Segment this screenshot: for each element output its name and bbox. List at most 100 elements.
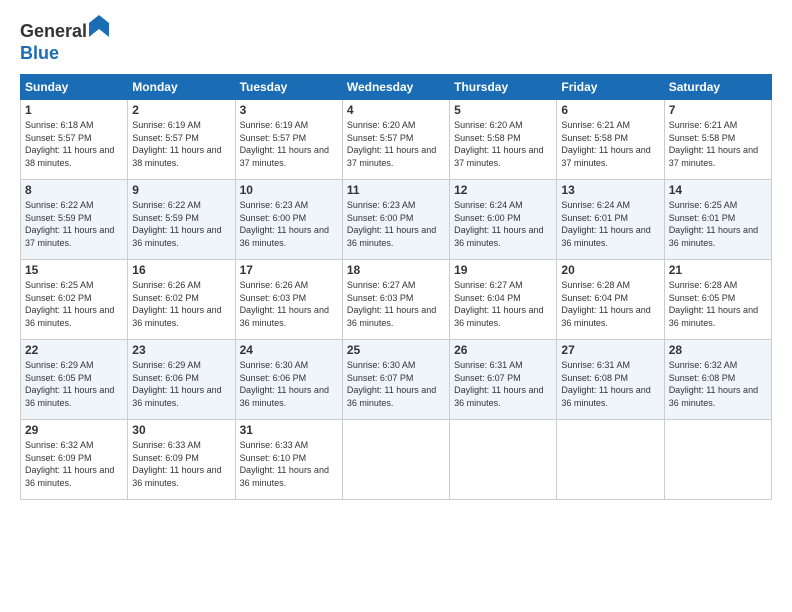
day-number: 25 <box>347 343 445 357</box>
calendar-cell: 19 Sunrise: 6:27 AMSunset: 6:04 PMDayligh… <box>450 260 557 340</box>
calendar-cell <box>557 420 664 500</box>
calendar-body: 1 Sunrise: 6:18 AMSunset: 5:57 PMDaylight… <box>21 100 772 500</box>
day-number: 22 <box>25 343 123 357</box>
day-info: Sunrise: 6:21 AMSunset: 5:58 PMDaylight:… <box>669 119 767 169</box>
day-number: 8 <box>25 183 123 197</box>
day-number: 23 <box>132 343 230 357</box>
calendar-cell: 23 Sunrise: 6:29 AMSunset: 6:06 PMDayligh… <box>128 340 235 420</box>
weekday-header-sunday: Sunday <box>21 75 128 100</box>
day-number: 7 <box>669 103 767 117</box>
day-info: Sunrise: 6:25 AMSunset: 6:02 PMDaylight:… <box>25 279 123 329</box>
calendar-cell: 3Sunrise: 6:19 AMSunset: 5:57 PMDaylight… <box>235 100 342 180</box>
day-number: 17 <box>240 263 338 277</box>
day-info: Sunrise: 6:19 AMSunset: 5:57 PMDaylight:… <box>132 119 230 169</box>
day-number: 14 <box>669 183 767 197</box>
calendar-week-5: 29 Sunrise: 6:32 AMSunset: 6:09 PMDayligh… <box>21 420 772 500</box>
day-info: Sunrise: 6:22 AMSunset: 5:59 PMDaylight:… <box>25 199 123 249</box>
day-info: Sunrise: 6:26 AMSunset: 6:02 PMDaylight:… <box>132 279 230 329</box>
weekday-header-friday: Friday <box>557 75 664 100</box>
day-info: Sunrise: 6:31 AMSunset: 6:08 PMDaylight:… <box>561 359 659 409</box>
calendar-cell: 9 Sunrise: 6:22 AMSunset: 5:59 PMDaylight… <box>128 180 235 260</box>
logo-general-text: General <box>20 21 87 41</box>
day-info: Sunrise: 6:27 AMSunset: 6:04 PMDaylight:… <box>454 279 552 329</box>
weekday-header-tuesday: Tuesday <box>235 75 342 100</box>
calendar-cell: 11 Sunrise: 6:23 AMSunset: 6:00 PMDayligh… <box>342 180 449 260</box>
calendar-cell <box>664 420 771 500</box>
calendar-cell: 24 Sunrise: 6:30 AMSunset: 6:06 PMDayligh… <box>235 340 342 420</box>
calendar-cell: 15 Sunrise: 6:25 AMSunset: 6:02 PMDayligh… <box>21 260 128 340</box>
day-info: Sunrise: 6:29 AMSunset: 6:05 PMDaylight:… <box>25 359 123 409</box>
day-info: Sunrise: 6:26 AMSunset: 6:03 PMDaylight:… <box>240 279 338 329</box>
calendar-cell: 20 Sunrise: 6:28 AMSunset: 6:04 PMDayligh… <box>557 260 664 340</box>
day-number: 20 <box>561 263 659 277</box>
calendar-cell: 7 Sunrise: 6:21 AMSunset: 5:58 PMDaylight… <box>664 100 771 180</box>
day-number: 21 <box>669 263 767 277</box>
day-info: Sunrise: 6:33 AMSunset: 6:10 PMDaylight:… <box>240 439 338 489</box>
calendar-cell: 29 Sunrise: 6:32 AMSunset: 6:09 PMDayligh… <box>21 420 128 500</box>
day-number: 1 <box>25 103 123 117</box>
day-number: 2 <box>132 103 230 117</box>
day-info: Sunrise: 6:22 AMSunset: 5:59 PMDaylight:… <box>132 199 230 249</box>
day-number: 30 <box>132 423 230 437</box>
calendar-cell: 4 Sunrise: 6:20 AMSunset: 5:57 PMDaylight… <box>342 100 449 180</box>
calendar-cell: 5Sunrise: 6:20 AMSunset: 5:58 PMDaylight… <box>450 100 557 180</box>
day-info: Sunrise: 6:20 AMSunset: 5:57 PMDaylight:… <box>347 119 445 169</box>
day-number: 26 <box>454 343 552 357</box>
calendar-cell <box>450 420 557 500</box>
logo: General Blue <box>20 15 109 64</box>
day-info: Sunrise: 6:30 AMSunset: 6:06 PMDaylight:… <box>240 359 338 409</box>
day-number: 4 <box>347 103 445 117</box>
calendar-cell: 30 Sunrise: 6:33 AMSunset: 6:09 PMDayligh… <box>128 420 235 500</box>
day-number: 5 <box>454 103 552 117</box>
day-info: Sunrise: 6:25 AMSunset: 6:01 PMDaylight:… <box>669 199 767 249</box>
day-number: 10 <box>240 183 338 197</box>
day-number: 28 <box>669 343 767 357</box>
logo-blue-text: Blue <box>20 43 59 63</box>
page-container: General Blue SundayMondayTuesdayWednesda… <box>0 0 792 510</box>
day-number: 13 <box>561 183 659 197</box>
calendar-cell: 10Sunrise: 6:23 AMSunset: 6:00 PMDayligh… <box>235 180 342 260</box>
day-info: Sunrise: 6:32 AMSunset: 6:09 PMDaylight:… <box>25 439 123 489</box>
day-number: 11 <box>347 183 445 197</box>
day-number: 9 <box>132 183 230 197</box>
day-number: 27 <box>561 343 659 357</box>
day-info: Sunrise: 6:28 AMSunset: 6:04 PMDaylight:… <box>561 279 659 329</box>
day-number: 16 <box>132 263 230 277</box>
day-number: 18 <box>347 263 445 277</box>
calendar-table: SundayMondayTuesdayWednesdayThursdayFrid… <box>20 74 772 500</box>
weekday-header-wednesday: Wednesday <box>342 75 449 100</box>
calendar-cell: 17 Sunrise: 6:26 AMSunset: 6:03 PMDayligh… <box>235 260 342 340</box>
calendar-cell: 6 Sunrise: 6:21 AMSunset: 5:58 PMDaylight… <box>557 100 664 180</box>
day-info: Sunrise: 6:28 AMSunset: 6:05 PMDaylight:… <box>669 279 767 329</box>
day-info: Sunrise: 6:29 AMSunset: 6:06 PMDaylight:… <box>132 359 230 409</box>
calendar-week-1: 1 Sunrise: 6:18 AMSunset: 5:57 PMDaylight… <box>21 100 772 180</box>
calendar-cell: 31 Sunrise: 6:33 AMSunset: 6:10 PMDayligh… <box>235 420 342 500</box>
calendar-week-4: 22 Sunrise: 6:29 AMSunset: 6:05 PMDayligh… <box>21 340 772 420</box>
day-number: 29 <box>25 423 123 437</box>
day-info: Sunrise: 6:31 AMSunset: 6:07 PMDaylight:… <box>454 359 552 409</box>
day-number: 6 <box>561 103 659 117</box>
calendar-cell: 16 Sunrise: 6:26 AMSunset: 6:02 PMDayligh… <box>128 260 235 340</box>
calendar-cell: 25Sunrise: 6:30 AMSunset: 6:07 PMDayligh… <box>342 340 449 420</box>
day-number: 24 <box>240 343 338 357</box>
calendar-cell: 28Sunrise: 6:32 AMSunset: 6:08 PMDayligh… <box>664 340 771 420</box>
weekday-header-saturday: Saturday <box>664 75 771 100</box>
day-info: Sunrise: 6:21 AMSunset: 5:58 PMDaylight:… <box>561 119 659 169</box>
day-number: 15 <box>25 263 123 277</box>
calendar-cell: 21 Sunrise: 6:28 AMSunset: 6:05 PMDayligh… <box>664 260 771 340</box>
day-info: Sunrise: 6:23 AMSunset: 6:00 PMDaylight:… <box>347 199 445 249</box>
calendar-header-row: SundayMondayTuesdayWednesdayThursdayFrid… <box>21 75 772 100</box>
day-info: Sunrise: 6:18 AMSunset: 5:57 PMDaylight:… <box>25 119 123 169</box>
day-number: 12 <box>454 183 552 197</box>
logo-icon <box>89 15 109 37</box>
calendar-cell: 2 Sunrise: 6:19 AMSunset: 5:57 PMDaylight… <box>128 100 235 180</box>
calendar-cell: 13 Sunrise: 6:24 AMSunset: 6:01 PMDayligh… <box>557 180 664 260</box>
day-info: Sunrise: 6:33 AMSunset: 6:09 PMDaylight:… <box>132 439 230 489</box>
calendar-cell: 1 Sunrise: 6:18 AMSunset: 5:57 PMDaylight… <box>21 100 128 180</box>
day-number: 19 <box>454 263 552 277</box>
calendar-cell: 26 Sunrise: 6:31 AMSunset: 6:07 PMDayligh… <box>450 340 557 420</box>
day-info: Sunrise: 6:19 AMSunset: 5:57 PMDaylight:… <box>240 119 338 169</box>
day-info: Sunrise: 6:24 AMSunset: 6:01 PMDaylight:… <box>561 199 659 249</box>
day-number: 31 <box>240 423 338 437</box>
header: General Blue <box>20 15 772 64</box>
